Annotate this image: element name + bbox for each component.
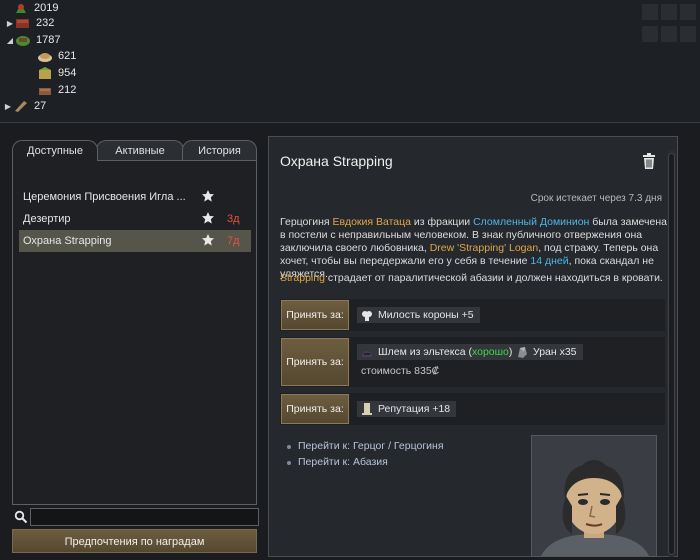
star-icon[interactable] xyxy=(201,233,215,247)
accept-button[interactable]: Принять за: xyxy=(281,300,349,330)
quests-window: Доступные Активные История Церемония При… xyxy=(0,122,700,560)
resource-count: 212 xyxy=(58,84,77,96)
resource-row[interactable]: 621 xyxy=(28,48,76,64)
grid-slot[interactable] xyxy=(642,25,658,42)
quest-list: Церемония Присвоения Игла ... Дезертир 3… xyxy=(12,160,257,505)
quest-tabs: Доступные Активные История xyxy=(12,140,257,161)
reward-chip[interactable]: Шлем из эльтекса (хорошо) xyxy=(357,344,519,360)
desc-text: страдает от паралитической абазии и долж… xyxy=(324,272,663,284)
quest-name: Церемония Присвоения Игла ... xyxy=(23,191,186,203)
resource-row[interactable]: ◢ 1787 xyxy=(6,32,60,48)
grid-slot[interactable] xyxy=(661,4,677,20)
pemmican-icon xyxy=(36,83,54,97)
tree-expand-icon[interactable]: ▶ xyxy=(6,19,14,28)
link-item[interactable]: Перейти к: Герцог / Герцогиня xyxy=(287,440,444,456)
quest-title: Охрана Strapping xyxy=(280,153,393,169)
quest-item-selected[interactable]: Охрана Strapping 7д xyxy=(19,230,251,252)
top-right-button-grid xyxy=(642,4,698,44)
quest-detail-panel: Охрана Strapping Срок истекает через 7.3… xyxy=(268,136,678,557)
reward-option: Принять за: Милость короны +5 xyxy=(280,299,665,331)
quest-name: Дезертир xyxy=(23,213,71,225)
grid-slot[interactable] xyxy=(680,4,696,20)
reward-chip[interactable]: Репутация +18 xyxy=(357,401,457,417)
packaged-meal-icon xyxy=(36,66,54,80)
resource-count: 621 xyxy=(58,50,77,62)
reward-chip[interactable]: Милость короны +5 xyxy=(357,307,480,323)
quest-expiry: Срок истекает через 7.3 дня xyxy=(530,193,662,204)
quest-search xyxy=(12,508,259,526)
medicine-herb-icon xyxy=(12,1,30,15)
star-icon[interactable] xyxy=(201,189,215,203)
reward-label: Шлем из эльтекса ( xyxy=(378,346,472,358)
tab-available[interactable]: Доступные xyxy=(12,140,98,161)
reputation-icon xyxy=(362,403,372,415)
quest-item[interactable]: Церемония Присвоения Игла ... xyxy=(19,186,251,208)
resource-count: 27 xyxy=(34,100,47,112)
grid-slot[interactable] xyxy=(680,25,696,42)
desc-text: Герцогиня xyxy=(280,216,333,228)
search-input[interactable] xyxy=(30,508,259,526)
duration-text: 14 дней xyxy=(530,255,569,267)
quest-description-extra: Strapping страдает от паралитической аба… xyxy=(280,272,670,284)
link-item[interactable]: Перейти к: Абазия xyxy=(287,456,444,472)
tab-active[interactable]: Активные xyxy=(96,140,184,160)
grid-slot[interactable] xyxy=(642,4,658,20)
portrait-image xyxy=(532,436,656,556)
tab-history[interactable]: История xyxy=(182,140,257,160)
pawn-link[interactable]: Strapping xyxy=(280,272,325,284)
reward-label: Уран x35 xyxy=(533,346,577,358)
accept-button[interactable]: Принять за: xyxy=(281,338,349,386)
pawn-portrait[interactable] xyxy=(531,435,657,557)
meal-icon xyxy=(36,49,54,63)
star-icon[interactable] xyxy=(201,211,215,225)
resource-row[interactable]: ▶ 232 xyxy=(6,15,54,31)
quest-name: Охрана Strapping xyxy=(23,235,112,247)
eltex-helmet-icon xyxy=(362,351,372,357)
reward-chip[interactable]: Уран x35 xyxy=(512,344,583,360)
accept-button[interactable]: Принять за: xyxy=(281,394,349,424)
resource-count: 1787 xyxy=(36,34,61,46)
resource-row[interactable]: 212 xyxy=(28,82,76,98)
faction-link[interactable]: Сломленный Доминион xyxy=(473,216,589,228)
quest-item[interactable]: Дезертир 3д xyxy=(19,208,251,230)
bullet-icon xyxy=(287,445,291,449)
pawn-link[interactable]: Drew 'Strapping' Logan xyxy=(430,242,539,254)
desc-text: из фракции xyxy=(411,216,474,228)
quality-label: хорошо xyxy=(471,346,509,358)
link-label: Перейти к: Абазия xyxy=(298,456,388,468)
link-label: Перейти к: Герцог / Герцогиня xyxy=(298,440,444,452)
resource-count: 232 xyxy=(36,17,55,29)
resource-row[interactable]: 2019 xyxy=(4,0,58,16)
search-icon xyxy=(14,510,28,524)
tree-expand-icon[interactable]: ▶ xyxy=(4,102,12,111)
crown-favor-icon xyxy=(362,311,372,321)
reward-cost: стоимость 835₡ xyxy=(361,365,440,377)
resource-count: 954 xyxy=(58,67,77,79)
trash-icon[interactable] xyxy=(642,153,656,169)
detail-scrollbar-thumb[interactable] xyxy=(668,153,675,555)
uranium-icon xyxy=(518,347,527,358)
reward-label: Репутация +18 xyxy=(378,403,451,415)
quest-days-left: 7д xyxy=(227,235,240,247)
bullet-icon xyxy=(287,461,291,465)
resource-row[interactable]: ▶ 27 xyxy=(4,98,46,114)
resource-row[interactable]: 954 xyxy=(28,65,76,81)
related-links: Перейти к: Герцог / Герцогиня Перейти к:… xyxy=(287,440,444,472)
reward-preferences-button[interactable]: Предпочтения по наградам xyxy=(12,529,257,553)
reward-option: Принять за: Репутация +18 xyxy=(280,393,665,425)
bricks-icon xyxy=(14,16,32,30)
tree-collapse-icon[interactable]: ◢ xyxy=(6,36,14,45)
quest-days-left: 3д xyxy=(227,213,240,225)
resource-count: 2019 xyxy=(34,2,59,14)
wood-icon xyxy=(12,99,30,113)
noble-link[interactable]: Евдокия Ватаца xyxy=(333,216,412,228)
grid-slot[interactable] xyxy=(661,25,677,42)
reward-option: Принять за: Шлем из эльтекса (хорошо) Ур… xyxy=(280,337,665,387)
quest-list-panel: Доступные Активные История Церемония При… xyxy=(12,140,259,554)
food-category-icon xyxy=(14,33,32,47)
reward-label: Милость короны +5 xyxy=(378,309,474,321)
